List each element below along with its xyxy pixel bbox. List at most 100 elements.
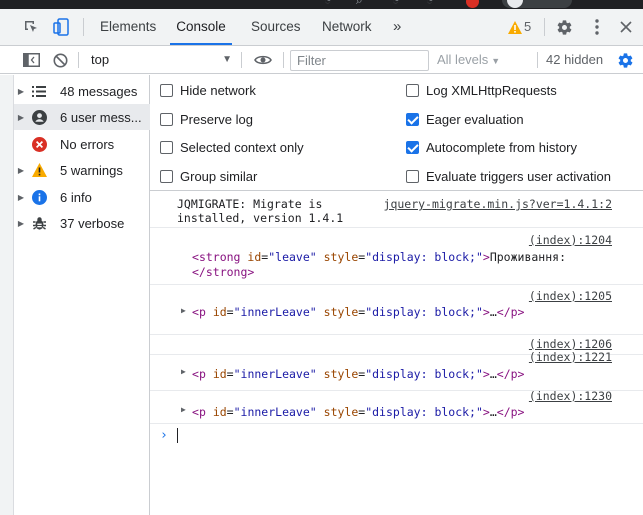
attr-value: "display: block;" xyxy=(365,250,483,264)
tag-name: strong xyxy=(198,250,241,264)
filter-input[interactable] xyxy=(290,50,429,71)
tab-console[interactable]: Console xyxy=(170,9,232,45)
tab-elements[interactable]: Elements xyxy=(100,9,156,45)
console-messages: JQMIGRATE: Migrate is installed, version… xyxy=(150,192,643,515)
sidebar-item-label: 6 user mess... xyxy=(60,109,142,125)
hide-network-option[interactable]: Hide network xyxy=(160,80,256,100)
context-selector-value: top xyxy=(91,52,110,67)
evaluate-triggers-option[interactable]: Evaluate triggers user activation xyxy=(406,166,611,186)
tag-name: p xyxy=(198,367,206,381)
device-toolbar-icon[interactable] xyxy=(48,9,74,45)
chevron-down-icon: ▼ xyxy=(491,56,501,66)
message-text: JQMIGRATE: Migrate is xyxy=(177,197,323,211)
warnings-count[interactable]: 5 xyxy=(524,9,531,45)
sidebar-item-warnings[interactable]: ▶ 5 warnings xyxy=(14,157,150,183)
sidebar-item-messages[interactable]: ▶ 48 messages xyxy=(14,78,150,104)
inspect-element-icon[interactable] xyxy=(18,9,44,45)
divider xyxy=(544,18,545,36)
collapsed-content: … xyxy=(489,367,497,381)
sidebar-item-info[interactable]: ▶ 6 info xyxy=(14,184,150,210)
autocomplete-history-option[interactable]: Autocomplete from history xyxy=(406,137,577,157)
close-icon[interactable] xyxy=(616,9,636,45)
sidebar-item-label: 6 info xyxy=(60,189,92,205)
expand-arrow-icon[interactable]: ▶ xyxy=(14,166,28,175)
clear-console-icon[interactable] xyxy=(50,46,70,74)
selected-context-checkbox[interactable] xyxy=(160,140,173,154)
expand-arrow-icon[interactable]: ▶ xyxy=(181,367,186,376)
preserve-log-option[interactable]: Preserve log xyxy=(160,109,253,129)
sidebar-item-label: 5 warnings xyxy=(60,162,123,178)
evaluate-triggers-checkbox[interactable] xyxy=(406,169,419,183)
divider xyxy=(537,52,538,68)
option-label: Selected context only xyxy=(180,139,304,155)
tab-network[interactable]: Network xyxy=(322,9,372,45)
console-toolbar: top ▼ All levels▼ 42 hidden xyxy=(0,46,643,74)
expand-arrow-icon[interactable]: ▶ xyxy=(14,193,28,202)
kebab-menu-icon[interactable] xyxy=(588,9,606,45)
divider xyxy=(83,18,84,36)
attr-value: "display: block;" xyxy=(365,405,483,419)
expand-arrow-icon[interactable]: ▶ xyxy=(181,405,186,414)
devtools-tabbar: Elements Console Sources Network » 5 xyxy=(0,9,643,46)
group-similar-option[interactable]: Group similar xyxy=(160,166,257,186)
element-node[interactable]: <p id="innerLeave" style="display: block… xyxy=(192,367,524,382)
element-node[interactable]: <p id="innerLeave" style="display: block… xyxy=(192,405,524,420)
list-icon xyxy=(28,78,50,104)
hidden-messages-count: 42 hidden xyxy=(546,52,604,67)
element-node[interactable]: <strong id="leave" style="display: block… xyxy=(192,250,566,265)
log-levels-dropdown[interactable]: All levels ▼ xyxy=(437,46,500,75)
hide-network-checkbox[interactable] xyxy=(160,83,173,97)
message-text: installed, version 1.4.1 xyxy=(177,211,344,225)
console-settings-gear-icon[interactable] xyxy=(614,46,636,74)
group-similar-checkbox[interactable] xyxy=(160,169,173,183)
sidebar-item-errors[interactable]: No errors xyxy=(14,131,150,157)
message-source-link[interactable]: (index):1230 xyxy=(529,389,612,404)
autocomplete-history-checkbox[interactable] xyxy=(406,140,419,154)
browser-icon: ◔ xyxy=(392,0,400,7)
preserve-log-checkbox[interactable] xyxy=(160,112,173,126)
divider xyxy=(241,52,242,68)
message-source-link[interactable]: (index):1221 xyxy=(529,350,612,365)
warning-icon xyxy=(28,157,50,183)
attr-value: "innerLeave" xyxy=(233,367,317,381)
log-xhr-option[interactable]: Log XMLHttpRequests xyxy=(406,80,557,100)
expand-arrow-icon[interactable]: ▶ xyxy=(14,219,28,228)
eager-evaluation-checkbox[interactable] xyxy=(406,112,419,126)
settings-gear-icon[interactable] xyxy=(553,9,575,45)
option-label: Hide network xyxy=(180,82,256,98)
browser-toolbar-strip: ◔ ⌕ ◔ ◔ xyxy=(0,0,643,9)
message-source-link[interactable]: (index):1205 xyxy=(529,289,612,304)
attr-value: "leave" xyxy=(268,250,317,264)
context-selector[interactable]: top ▼ xyxy=(84,50,236,70)
divider xyxy=(283,52,284,68)
eager-evaluation-option[interactable]: Eager evaluation xyxy=(406,109,524,129)
expand-arrow-icon[interactable]: ▶ xyxy=(14,113,28,122)
attr-value: "innerLeave" xyxy=(233,305,317,319)
live-expression-eye-icon[interactable] xyxy=(250,46,276,74)
option-label: Group similar xyxy=(180,168,258,184)
option-label: Autocomplete from history xyxy=(426,139,578,155)
expand-arrow-icon[interactable]: ▶ xyxy=(181,306,186,315)
expand-arrow-icon[interactable]: ▶ xyxy=(14,87,28,96)
console-input-caret[interactable] xyxy=(177,428,178,443)
element-node[interactable]: <p id="innerLeave" style="display: block… xyxy=(192,305,524,320)
divider xyxy=(78,52,79,68)
message-source-link[interactable]: jquery-migrate.min.js?ver=1.4.1:2 xyxy=(384,197,612,212)
sidebar-item-user-messages[interactable]: ▶ 6 user mess... xyxy=(14,104,150,130)
message-source-link[interactable]: (index):1204 xyxy=(529,233,612,248)
bug-icon xyxy=(28,210,50,236)
warning-icon[interactable] xyxy=(506,9,524,45)
tab-sources[interactable]: Sources xyxy=(251,9,301,45)
attr-value: "innerLeave" xyxy=(233,405,317,419)
chevron-down-icon: ▼ xyxy=(222,54,232,65)
more-tabs-icon[interactable]: » xyxy=(393,9,401,45)
option-label: Log XMLHttpRequests xyxy=(426,82,557,98)
attr-name: style xyxy=(323,250,359,264)
log-xhr-checkbox[interactable] xyxy=(406,83,419,97)
sidebar-toggle-icon[interactable] xyxy=(20,46,42,74)
console-message: (index):1221 ▶ <p id="innerLeave" style=… xyxy=(150,350,643,391)
selected-context-option[interactable]: Selected context only xyxy=(160,137,304,157)
sidebar-item-verbose[interactable]: ▶ 37 verbose xyxy=(14,210,150,236)
attr-value: "display: block;" xyxy=(365,305,483,319)
browser-icon: ◔ xyxy=(324,0,332,7)
